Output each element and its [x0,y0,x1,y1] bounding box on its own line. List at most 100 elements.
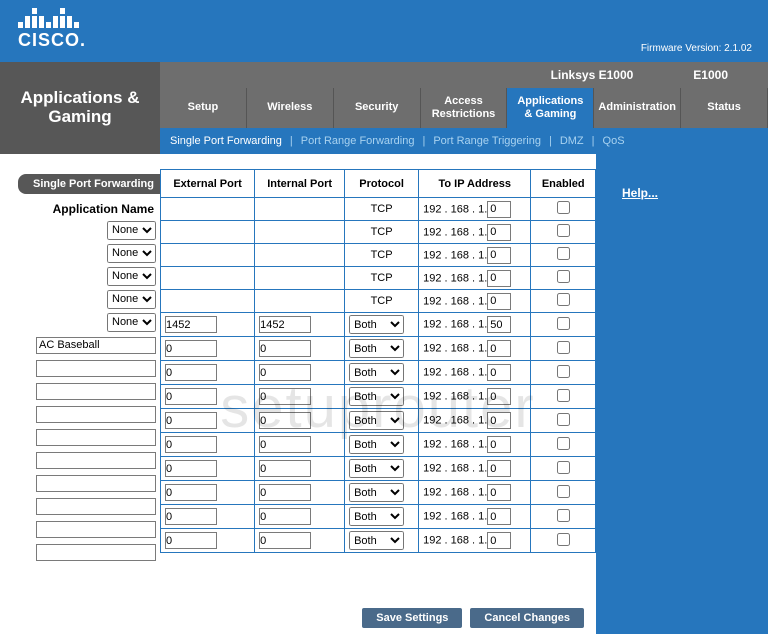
preset-enabled-2[interactable] [557,247,570,260]
app-name-input-6[interactable] [36,475,156,492]
custom-ip-octet-6[interactable] [487,460,511,477]
ip-cell: 192 . 168 . 1. [419,409,531,433]
custom-ip-octet-1[interactable] [487,340,511,357]
custom-enabled-9[interactable] [557,533,570,546]
nav-tab-security[interactable]: Security [334,88,421,128]
preset-ip-octet-2[interactable] [487,247,511,264]
external-port-1[interactable] [165,340,217,357]
subnav-separator: | [592,135,595,147]
internal-port-3[interactable] [259,388,311,405]
custom-enabled-6[interactable] [557,461,570,474]
app-preset-select-1[interactable]: None [107,244,156,263]
protocol-select-0[interactable]: Both [349,315,404,334]
ip-cell: 192 . 168 . 1. [419,529,531,553]
external-port-3[interactable] [165,388,217,405]
help-link[interactable]: Help... [622,186,658,200]
custom-ip-octet-0[interactable] [487,316,511,333]
ip-cell: 192 . 168 . 1. [419,457,531,481]
external-port-9[interactable] [165,532,217,549]
custom-ip-octet-4[interactable] [487,412,511,429]
protocol-select-3[interactable]: Both [349,387,404,406]
custom-row: Both192 . 168 . 1. [161,505,596,529]
external-port-8[interactable] [165,508,217,525]
subnav-dmz[interactable]: DMZ [560,135,584,147]
preset-ip-octet-1[interactable] [487,224,511,241]
subnav-port-range-forwarding[interactable]: Port Range Forwarding [301,135,415,147]
internal-port-1[interactable] [259,340,311,357]
internal-port-8[interactable] [259,508,311,525]
custom-ip-octet-2[interactable] [487,364,511,381]
app-preset-select-3[interactable]: None [107,290,156,309]
custom-ip-octet-9[interactable] [487,532,511,549]
protocol-select-8[interactable]: Both [349,507,404,526]
app-preset-select-2[interactable]: None [107,267,156,286]
app-name-input-5[interactable] [36,452,156,469]
nav-tab-status[interactable]: Status [681,88,768,128]
custom-ip-octet-7[interactable] [487,484,511,501]
external-port-7[interactable] [165,484,217,501]
custom-enabled-3[interactable] [557,389,570,402]
custom-enabled-7[interactable] [557,485,570,498]
custom-row: Both192 . 168 . 1. [161,481,596,505]
cisco-logo: CISCO. [18,8,86,51]
preset-enabled-1[interactable] [557,224,570,237]
app-name-input-1[interactable] [36,360,156,377]
nav-tab-applications-gaming[interactable]: Applications& Gaming [507,88,594,128]
app-preset-select-4[interactable]: None [107,313,156,332]
protocol-select-1[interactable]: Both [349,339,404,358]
external-port-4[interactable] [165,412,217,429]
internal-port-5[interactable] [259,436,311,453]
cancel-button[interactable]: Cancel Changes [470,608,584,628]
preset-protocol-1: TCP [345,221,419,244]
internal-port-7[interactable] [259,484,311,501]
protocol-select-2[interactable]: Both [349,363,404,382]
app-name-input-9[interactable] [36,544,156,561]
subnav-single-port-forwarding[interactable]: Single Port Forwarding [170,135,282,147]
custom-enabled-5[interactable] [557,437,570,450]
nav-tab-access-restrictions[interactable]: AccessRestrictions [421,88,508,128]
internal-port-6[interactable] [259,460,311,477]
custom-enabled-0[interactable] [557,317,570,330]
custom-ip-octet-3[interactable] [487,388,511,405]
internal-port-0[interactable] [259,316,311,333]
external-port-0[interactable] [165,316,217,333]
protocol-select-4[interactable]: Both [349,411,404,430]
external-port-6[interactable] [165,460,217,477]
internal-port-2[interactable] [259,364,311,381]
subnav-qos[interactable]: QoS [603,135,625,147]
internal-port-9[interactable] [259,532,311,549]
nav-tab-setup[interactable]: Setup [160,88,247,128]
custom-ip-octet-5[interactable] [487,436,511,453]
subnav-port-range-triggering[interactable]: Port Range Triggering [433,135,541,147]
app-preset-select-0[interactable]: None [107,221,156,240]
custom-enabled-1[interactable] [557,341,570,354]
preset-ip-octet-3[interactable] [487,270,511,287]
protocol-select-5[interactable]: Both [349,435,404,454]
preset-enabled-0[interactable] [557,201,570,214]
external-port-2[interactable] [165,364,217,381]
preset-enabled-4[interactable] [557,293,570,306]
external-port-5[interactable] [165,436,217,453]
custom-row: Both192 . 168 . 1. [161,361,596,385]
nav-tab-administration[interactable]: Administration [594,88,681,128]
app-name-input-2[interactable] [36,383,156,400]
app-name-input-8[interactable] [36,521,156,538]
preset-ip-octet-4[interactable] [487,293,511,310]
app-name-input-3[interactable] [36,406,156,423]
custom-enabled-2[interactable] [557,365,570,378]
app-name-input-7[interactable] [36,498,156,515]
preset-protocol-4: TCP [345,290,419,313]
custom-ip-octet-8[interactable] [487,508,511,525]
custom-enabled-8[interactable] [557,509,570,522]
app-name-input-4[interactable] [36,429,156,446]
protocol-select-9[interactable]: Both [349,531,404,550]
app-name-input-0[interactable] [36,337,156,354]
save-button[interactable]: Save Settings [362,608,462,628]
protocol-select-6[interactable]: Both [349,459,404,478]
preset-enabled-3[interactable] [557,270,570,283]
preset-ip-octet-0[interactable] [487,201,511,218]
internal-port-4[interactable] [259,412,311,429]
protocol-select-7[interactable]: Both [349,483,404,502]
nav-tab-wireless[interactable]: Wireless [247,88,334,128]
custom-enabled-4[interactable] [557,413,570,426]
